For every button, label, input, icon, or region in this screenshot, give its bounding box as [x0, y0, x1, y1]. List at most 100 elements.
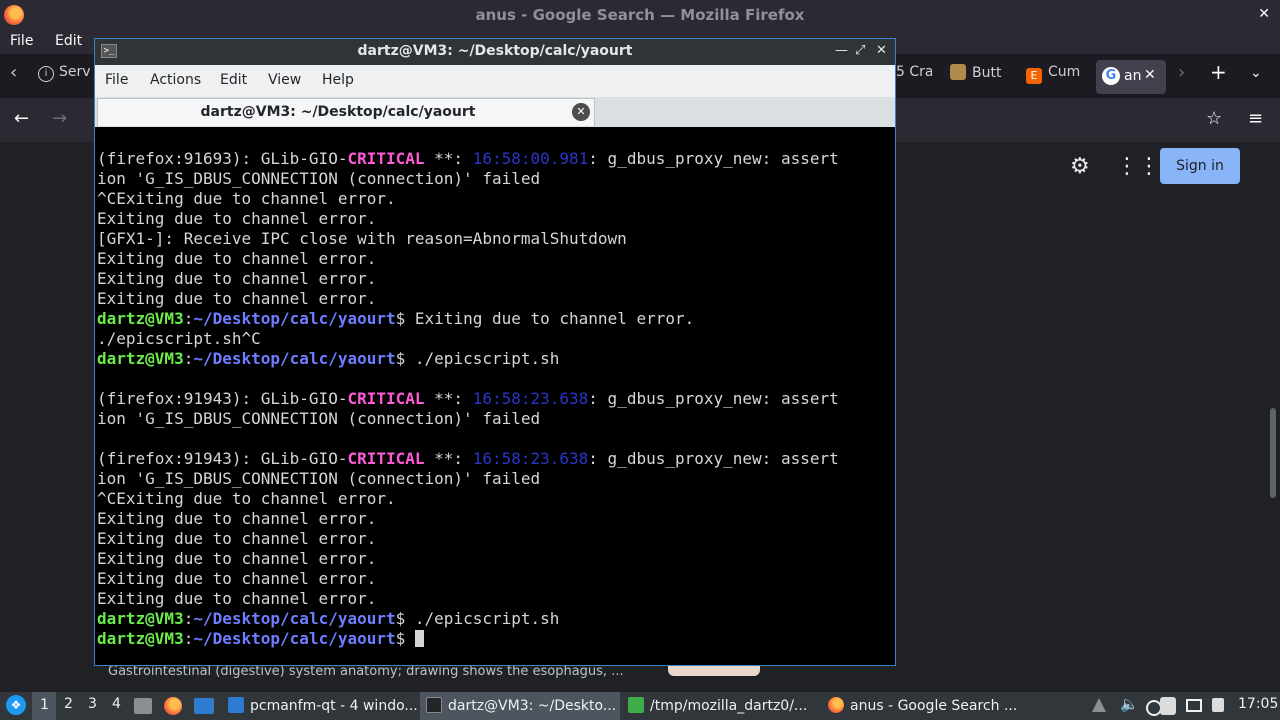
clock[interactable]: 17:05 [1238, 696, 1278, 712]
start-menu-icon[interactable]: ❖ [6, 695, 26, 715]
firefox-launcher-icon[interactable] [164, 697, 182, 715]
firefox-window-title: anus - Google Search — Mozilla Firefox [475, 6, 805, 24]
firefox-tab[interactable]: E Cum [1026, 64, 1082, 84]
firefox-menu-file[interactable]: File [10, 33, 33, 49]
taskbar-task[interactable]: anus - Google Search ... [822, 692, 1022, 720]
terminal-tabbar: dartz@VM3: ~/Desktop/calc/yaourt ✕ [95, 97, 895, 127]
minimize-icon[interactable]: — [835, 43, 848, 58]
menu-view[interactable]: View [268, 72, 301, 88]
terminal-output[interactable]: (firefox:91693): GLib-GIO-CRITICAL **: 1… [97, 149, 893, 659]
terminal-line: ^CExiting due to channel error. [97, 189, 396, 208]
prompt-user: dartz@VM3 [97, 349, 184, 368]
prompt-user: dartz@VM3 [97, 309, 184, 328]
workspace-3[interactable]: 3 [88, 696, 97, 712]
tabs-scroll-right-icon[interactable]: › [1178, 62, 1185, 83]
terminal-tab-label: dartz@VM3: ~/Desktop/calc/yaourt [200, 104, 476, 120]
terminal-line: ^CExiting due to channel error. [97, 489, 396, 508]
show-desktop-icon[interactable] [134, 698, 152, 714]
prompt-symbol: $ [395, 609, 415, 628]
taskbar-task-active[interactable]: dartz@VM3: ~/Deskto... [420, 692, 620, 720]
firefox-tab-label: Cum [1048, 64, 1081, 80]
firefox-titlebar[interactable]: anus - Google Search — Mozilla Firefox ✕ [0, 0, 1280, 30]
menu-edit[interactable]: Edit [220, 72, 247, 88]
result-snippet: Gastrointestinal (digestive) system anat… [108, 664, 624, 679]
log-level: CRITICAL [347, 449, 425, 468]
prompt-command: ./epicscript.sh [414, 349, 560, 368]
taskbar-task-label: dartz@VM3: ~/Deskto... [448, 698, 617, 714]
terminal-titlebar[interactable]: >_ dartz@VM3: ~/Desktop/calc/yaourt — ⤢ … [95, 39, 895, 65]
log-source: (firefox:91943): GLib-GIO- [97, 389, 348, 408]
back-icon[interactable]: ← [14, 108, 29, 129]
gear-icon[interactable]: ⚙ [1070, 154, 1090, 179]
prompt-symbol: $ [395, 349, 415, 368]
new-tab-icon[interactable]: + [1210, 60, 1227, 84]
terminal-menubar: File Actions Edit View Help [95, 65, 895, 97]
workspace-1[interactable]: 1 [32, 692, 56, 720]
firefox-icon [828, 697, 844, 713]
log-timestamp: 16:58:00.981 [472, 149, 589, 168]
apps-grid-icon[interactable]: ⋮⋮ [1116, 154, 1160, 179]
log-separator: **: [424, 449, 473, 468]
maximize-icon[interactable]: ⤢ [855, 43, 865, 58]
volume-icon[interactable]: 🔈 [1120, 695, 1139, 713]
prompt-user: dartz@VM3 [97, 629, 184, 648]
firefox-tab[interactable]: 5 Cra [896, 64, 932, 80]
firefox-tab[interactable]: i Serv [38, 64, 98, 82]
terminal-line: ./epicscript.sh^C [97, 329, 261, 348]
workspace-2[interactable]: 2 [64, 696, 73, 712]
google-favicon-icon: G [1102, 67, 1120, 85]
taskbar-task[interactable]: /tmp/mozilla_dartz0/... [622, 692, 818, 720]
prompt-separator: : [183, 309, 194, 328]
tray-arrow-icon[interactable] [1092, 698, 1106, 712]
file-manager-launcher-icon[interactable] [194, 698, 214, 714]
taskbar-task-label: pcmanfm-qt - 4 windo... [250, 698, 418, 714]
page-scrollbar[interactable] [1270, 408, 1276, 498]
sign-in-button[interactable]: Sign in [1160, 148, 1240, 184]
firefox-tab[interactable]: Butt [950, 64, 1006, 81]
menu-actions[interactable]: Actions [150, 72, 201, 88]
terminal-line: Exiting due to channel error. [97, 209, 377, 228]
log-message: : g_dbus_proxy_new: assert [588, 149, 839, 168]
prompt-symbol: $ [395, 309, 415, 328]
clipboard-icon[interactable] [1160, 697, 1176, 715]
bookmark-star-icon[interactable]: ☆ [1206, 108, 1222, 129]
tab-close-icon[interactable]: ✕ [1144, 67, 1156, 83]
taskbar-task[interactable]: pcmanfm-qt - 4 windo... [222, 692, 418, 720]
firefox-menu-edit[interactable]: Edit [55, 33, 82, 49]
terminal-tab[interactable]: dartz@VM3: ~/Desktop/calc/yaourt ✕ [97, 98, 595, 126]
forward-icon[interactable]: → [52, 108, 67, 129]
terminal-line: Exiting due to channel error. [97, 509, 377, 528]
firefox-tab-active[interactable]: G an ✕ [1096, 60, 1166, 94]
terminal-line: ion 'G_IS_DBUS_CONNECTION (connection)' … [97, 169, 541, 188]
list-all-tabs-icon[interactable]: ⌄ [1250, 65, 1262, 81]
menu-file[interactable]: File [105, 72, 128, 88]
terminal-line: [GFX1-]: Receive IPC close with reason=A… [97, 229, 627, 248]
log-timestamp: 16:58:23.638 [472, 449, 589, 468]
log-level: CRITICAL [347, 389, 425, 408]
tab-close-icon[interactable]: ✕ [572, 103, 590, 121]
log-message: : g_dbus_proxy_new: assert [588, 389, 839, 408]
prompt-separator: : [183, 349, 194, 368]
log-source: (firefox:91943): GLib-GIO- [97, 449, 348, 468]
terminal-line: dartz@VM3:~/Desktop/calc/yaourt$ Exiting… [97, 309, 893, 329]
prompt-path: ~/Desktop/calc/yaourt [193, 349, 396, 368]
menu-help[interactable]: Help [322, 72, 354, 88]
display-icon[interactable] [1186, 699, 1202, 712]
firefox-close-icon[interactable]: ✕ [1258, 6, 1270, 22]
log-separator: **: [424, 389, 473, 408]
prompt-path: ~/Desktop/calc/yaourt [193, 609, 396, 628]
battery-icon[interactable] [1212, 698, 1224, 712]
terminal-line: dartz@VM3:~/Desktop/calc/yaourt$ ./epics… [97, 609, 893, 629]
menu-hamburger-icon[interactable]: ≡ [1248, 108, 1263, 129]
tabs-scroll-left-icon[interactable]: ‹ [10, 62, 17, 83]
terminal-line: (firefox:91943): GLib-GIO-CRITICAL **: 1… [97, 449, 893, 469]
firefox-tab-label: Serv [59, 64, 91, 80]
log-separator: **: [424, 149, 473, 168]
workspace-4[interactable]: 4 [112, 696, 121, 712]
prompt-path: ~/Desktop/calc/yaourt [193, 629, 396, 648]
terminal-line: dartz@VM3:~/Desktop/calc/yaourt$ [97, 629, 893, 649]
close-icon[interactable]: ✕ [876, 43, 887, 58]
info-icon: i [38, 66, 54, 82]
